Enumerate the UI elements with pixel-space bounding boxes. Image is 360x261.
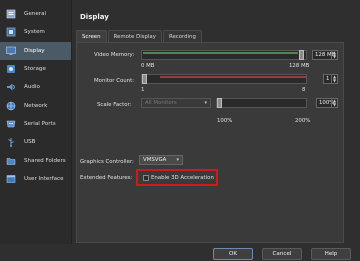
sidebar-item-display[interactable]: Display bbox=[0, 41, 71, 60]
video-memory-slider[interactable] bbox=[141, 50, 307, 60]
sidebar-item-system[interactable]: System bbox=[0, 23, 71, 41]
video-memory-slider-handle[interactable] bbox=[299, 50, 304, 60]
page-title: Display bbox=[80, 13, 109, 21]
scale-factor-spinbox[interactable]: 100% ▲ ▼ bbox=[316, 98, 338, 108]
monitor-count-label: Monitor Count: bbox=[94, 78, 135, 84]
sidebar-item-serial-ports[interactable]: Serial Ports bbox=[0, 115, 71, 133]
storage-icon bbox=[6, 64, 16, 74]
sidebar-item-label: Shared Folders bbox=[24, 157, 66, 164]
help-button[interactable]: Help bbox=[311, 248, 351, 260]
spin-arrows-icon[interactable]: ▲ ▼ bbox=[331, 75, 337, 83]
sidebar-item-label: General bbox=[24, 11, 47, 18]
video-memory-spinbox[interactable]: 128 MB ▲ ▼ bbox=[312, 50, 338, 60]
tab-screen[interactable]: Screen bbox=[76, 30, 107, 42]
monitor-count-slider-handle[interactable] bbox=[142, 74, 147, 84]
chevron-down-icon: ▾ bbox=[204, 100, 207, 106]
ok-button[interactable]: OK bbox=[213, 248, 253, 260]
scale-factor-monitor-combo[interactable]: All Monitors ▾ bbox=[141, 98, 211, 108]
sidebar-item-label: Display bbox=[24, 47, 45, 54]
sidebar-item-usb[interactable]: USB bbox=[0, 133, 71, 151]
sidebar-item-shared-folders[interactable]: Shared Folders bbox=[0, 151, 71, 169]
sidebar-item-general[interactable]: General bbox=[0, 5, 71, 23]
monitor-count-slider-range-exceeded bbox=[160, 76, 306, 78]
sidebar-item-label: Storage bbox=[24, 66, 46, 73]
system-icon bbox=[6, 27, 16, 37]
sidebar: General System Display Storage Audio Net… bbox=[0, 0, 72, 244]
cancel-button[interactable]: Cancel bbox=[262, 248, 302, 260]
tab-label: Remote Display bbox=[113, 33, 156, 40]
sidebar-item-label: Network bbox=[24, 102, 48, 109]
monitor-count-slider[interactable] bbox=[141, 74, 307, 84]
settings-window: General System Display Storage Audio Net… bbox=[0, 0, 360, 261]
dialog-footer bbox=[0, 244, 360, 261]
serial-ports-icon bbox=[6, 119, 16, 129]
graphics-controller-label: Graphics Controller: bbox=[80, 159, 134, 165]
screen-tab-panel bbox=[76, 42, 344, 243]
monitor-count-max-label: 8 bbox=[302, 87, 306, 93]
spin-arrows-icon[interactable]: ▲ ▼ bbox=[331, 99, 337, 107]
scale-factor-slider-handle[interactable] bbox=[217, 98, 222, 108]
sidebar-item-network[interactable]: Network bbox=[0, 96, 71, 114]
sidebar-item-user-interface[interactable]: User Interface bbox=[0, 170, 71, 188]
monitor-count-value: 1 bbox=[326, 76, 330, 82]
chevron-down-icon: ▾ bbox=[176, 157, 179, 163]
sidebar-item-label: Serial Ports bbox=[24, 120, 56, 127]
sidebar-item-label: User Interface bbox=[24, 175, 64, 182]
scale-factor-max-label: 200% bbox=[295, 118, 311, 124]
sidebar-item-label: System bbox=[24, 29, 45, 36]
graphics-controller-combo[interactable]: VMSVGA ▾ bbox=[139, 155, 183, 165]
scale-factor-monitor-value: All Monitors bbox=[145, 100, 177, 106]
sidebar-item-audio[interactable]: Audio bbox=[0, 78, 71, 96]
scale-factor-slider[interactable] bbox=[216, 98, 307, 108]
sidebar-item-storage[interactable]: Storage bbox=[0, 60, 71, 78]
shared-folders-icon bbox=[6, 156, 16, 166]
usb-icon bbox=[6, 137, 16, 148]
spin-arrows-icon[interactable]: ▲ ▼ bbox=[331, 51, 337, 59]
extended-features-label: Extended Features: bbox=[80, 175, 133, 181]
video-memory-label: Video Memory: bbox=[94, 52, 135, 58]
tab-bar: Screen Remote Display Recording bbox=[76, 30, 203, 42]
video-memory-slider-range-recommended bbox=[143, 52, 298, 54]
graphics-controller-value: VMSVGA bbox=[143, 157, 167, 163]
audio-icon bbox=[6, 82, 16, 92]
tab-remote-display[interactable]: Remote Display bbox=[107, 30, 162, 42]
sidebar-item-label: USB bbox=[24, 139, 36, 146]
general-icon bbox=[6, 9, 16, 19]
highlight-box bbox=[136, 169, 218, 186]
network-icon bbox=[6, 101, 16, 111]
video-memory-min-label: 0 MB bbox=[141, 63, 155, 69]
tab-recording[interactable]: Recording bbox=[162, 30, 202, 42]
user-interface-icon bbox=[6, 174, 16, 184]
scale-factor-min-label: 100% bbox=[217, 118, 233, 124]
monitor-count-min-label: 1 bbox=[141, 87, 145, 93]
sidebar-item-label: Audio bbox=[24, 84, 40, 91]
display-icon bbox=[6, 46, 16, 56]
tab-label: Recording bbox=[168, 33, 196, 40]
tab-label: Screen bbox=[82, 33, 101, 40]
monitor-count-spinbox[interactable]: 1 ▲ ▼ bbox=[323, 74, 338, 84]
scale-factor-label: Scale Factor: bbox=[97, 102, 132, 108]
video-memory-max-label: 128 MB bbox=[289, 63, 310, 69]
